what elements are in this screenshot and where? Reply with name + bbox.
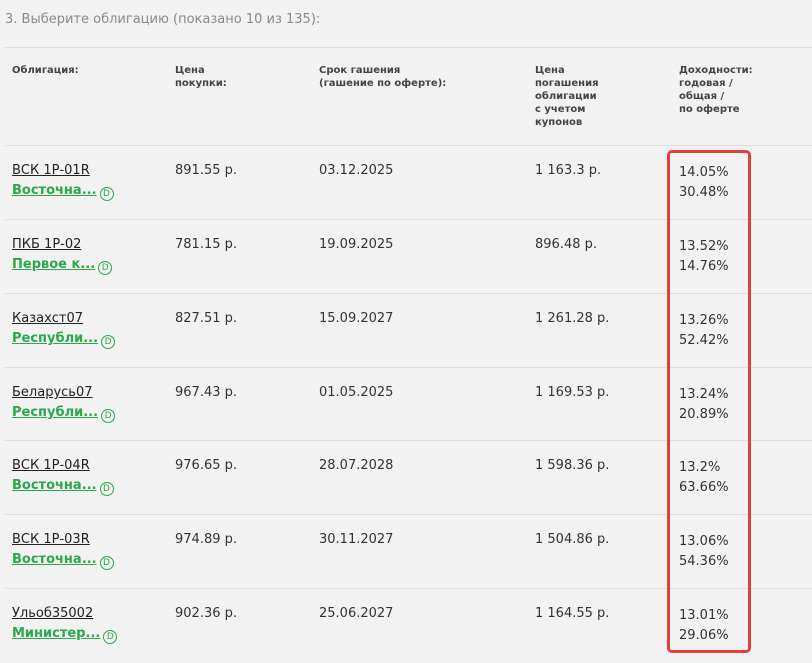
bond-name-link[interactable]: ВСК 1Р-04R xyxy=(12,458,90,473)
header-line: годовая / xyxy=(679,78,733,89)
bond-name-link[interactable]: ВСК 1Р-03R xyxy=(12,532,90,547)
issuer-label[interactable]: Восточна... xyxy=(12,552,97,567)
buy-price: 781.15 р. xyxy=(175,237,238,252)
issuer-link[interactable]: Первое к... D xyxy=(12,257,113,275)
header-line: купонов xyxy=(535,117,583,128)
header-line: по оферте xyxy=(679,104,740,115)
redemption-value: 1 164.55 р. xyxy=(535,606,610,621)
yield-values: 13.06% 54.36% xyxy=(679,532,729,572)
issuer-link[interactable]: Восточна... D xyxy=(12,478,114,496)
header-line: (гашение по оферте): xyxy=(319,78,447,89)
d-circle-icon: D xyxy=(99,187,114,201)
redemption-value: 1 504.86 р. xyxy=(535,532,610,547)
yield-annual: 13.52% xyxy=(679,239,729,254)
header-line: Доходности: xyxy=(679,65,753,76)
buy-price: 891.55 р. xyxy=(175,163,238,178)
yield-annual: 14.05% xyxy=(679,165,729,180)
header-line: Облигация: xyxy=(12,65,79,76)
step-title: 3. Выберите облигацию (показано 10 из 13… xyxy=(5,12,321,27)
table-row[interactable]: Беларусь07 Республи... D 967.43 р. 01.05.… xyxy=(0,368,812,442)
yield-values: 13.26% 52.42% xyxy=(679,311,729,351)
issuer-link[interactable]: Республи... D xyxy=(12,331,116,349)
bond-name-link[interactable]: Казахст07 xyxy=(12,311,83,326)
yield-values: 14.05% 30.48% xyxy=(679,163,729,203)
maturity-date: 19.09.2025 xyxy=(319,237,394,252)
bond-name-link[interactable]: ВСК 1Р-01R xyxy=(12,163,90,178)
d-circle-icon: D xyxy=(99,556,114,570)
redemption-value: 1 598.36 р. xyxy=(535,458,610,473)
table-row[interactable]: ВСК 1Р-04R Восточна... D 976.65 р. 28.07.… xyxy=(0,441,812,515)
yield-values: 13.52% 14.76% xyxy=(679,237,729,277)
header-yields: Доходности: годовая / общая / по оферте xyxy=(679,64,753,116)
yield-total: 52.42% xyxy=(679,333,729,348)
bond-name-link[interactable]: ПКБ 1Р-02 xyxy=(12,237,81,252)
issuer-link[interactable]: Восточна... D xyxy=(12,552,114,570)
d-circle-icon: D xyxy=(101,335,116,349)
issuer-label[interactable]: Республи... xyxy=(12,405,98,420)
issuer-link[interactable]: Республи... D xyxy=(12,405,116,423)
buy-price: 827.51 р. xyxy=(175,311,238,326)
header-line: Цена xyxy=(535,65,565,76)
header-line: общая / xyxy=(679,91,725,102)
yield-annual: 13.24% xyxy=(679,387,729,402)
header-maturity: Срок гашения (гашение по оферте): xyxy=(319,64,446,90)
maturity-date: 30.11.2027 xyxy=(319,532,394,547)
yield-annual: 13.06% xyxy=(679,534,729,549)
header-line: с учетом xyxy=(535,104,586,115)
yield-total: 63.66% xyxy=(679,480,729,495)
header-line: Срок гашения xyxy=(319,65,401,76)
yield-total: 30.48% xyxy=(679,185,729,200)
yield-total: 14.76% xyxy=(679,259,729,274)
header-bond: Облигация: xyxy=(12,64,79,77)
redemption-value: 1 169.53 р. xyxy=(535,385,610,400)
d-circle-icon: D xyxy=(101,409,116,423)
yield-total: 29.06% xyxy=(679,628,729,643)
table-row[interactable]: ВСК 1Р-01R Восточна... D 891.55 р. 03.12.… xyxy=(0,146,812,220)
issuer-label[interactable]: Республи... xyxy=(12,331,98,346)
redemption-value: 1 261.28 р. xyxy=(535,311,610,326)
table-row[interactable]: Казахст07 Республи... D 827.51 р. 15.09.2… xyxy=(0,294,812,368)
yield-total: 54.36% xyxy=(679,554,729,569)
bond-name-link[interactable]: Ульоб35002 xyxy=(12,606,93,621)
yield-values: 13.01% 29.06% xyxy=(679,606,729,646)
buy-price: 967.43 р. xyxy=(175,385,238,400)
issuer-label[interactable]: Восточна... xyxy=(12,183,97,198)
redemption-value: 896.48 р. xyxy=(535,237,598,252)
table-row[interactable]: ВСК 1Р-03R Восточна... D 974.89 р. 30.11.… xyxy=(0,515,812,589)
maturity-date: 15.09.2027 xyxy=(319,311,394,326)
maturity-date: 28.07.2028 xyxy=(319,458,394,473)
yield-annual: 13.2% xyxy=(679,460,721,475)
table-row[interactable]: ПКБ 1Р-02 Первое к... D 781.15 р. 19.09.2… xyxy=(0,220,812,294)
d-circle-icon: D xyxy=(98,261,113,275)
maturity-date: 01.05.2025 xyxy=(319,385,394,400)
d-circle-icon: D xyxy=(99,482,114,496)
header-line: погашения xyxy=(535,78,599,89)
bond-name-link[interactable]: Беларусь07 xyxy=(12,385,93,400)
header-buy-price: Цена покупки: xyxy=(175,64,227,90)
buy-price: 902.36 р. xyxy=(175,606,238,621)
redemption-value: 1 163.3 р. xyxy=(535,163,602,178)
table-row[interactable]: Ульоб35002 Министер... D 902.36 р. 25.06.… xyxy=(0,589,812,663)
yield-values: 13.2% 63.66% xyxy=(679,458,729,498)
issuer-link[interactable]: Министер... D xyxy=(12,626,118,644)
header-redemption: Цена погашения облигации с учетом купоно… xyxy=(535,64,599,129)
buy-price: 976.65 р. xyxy=(175,458,238,473)
yield-total: 20.89% xyxy=(679,407,729,422)
header-line: Цена xyxy=(175,65,205,76)
maturity-date: 03.12.2025 xyxy=(319,163,394,178)
header-line: облигации xyxy=(535,91,597,102)
yield-annual: 13.01% xyxy=(679,608,729,623)
yield-annual: 13.26% xyxy=(679,313,729,328)
divider xyxy=(5,47,812,48)
yield-values: 13.24% 20.89% xyxy=(679,385,729,425)
header-line: покупки: xyxy=(175,78,227,89)
issuer-label[interactable]: Восточна... xyxy=(12,478,97,493)
issuer-link[interactable]: Восточна... D xyxy=(12,183,114,201)
buy-price: 974.89 р. xyxy=(175,532,238,547)
issuer-label[interactable]: Министер... xyxy=(12,626,100,641)
issuer-label[interactable]: Первое к... xyxy=(12,257,95,272)
d-circle-icon: D xyxy=(103,630,118,644)
maturity-date: 25.06.2027 xyxy=(319,606,394,621)
